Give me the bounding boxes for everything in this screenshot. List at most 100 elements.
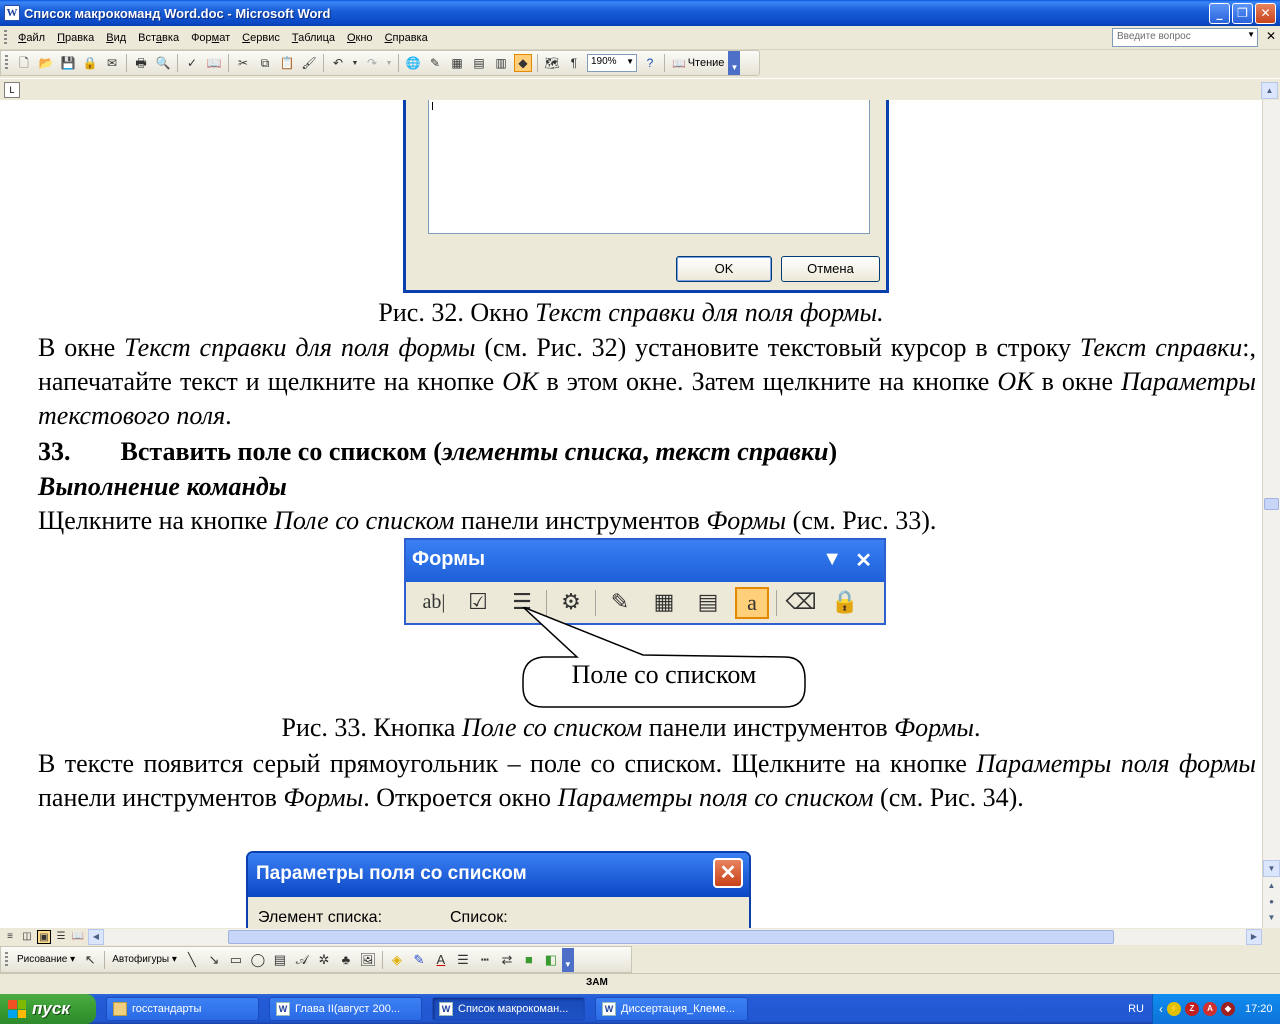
- insert-picture-icon[interactable]: 🖼: [359, 951, 377, 969]
- menu-view[interactable]: Вид: [100, 30, 132, 46]
- scroll-up-icon[interactable]: ▲: [1261, 82, 1278, 99]
- document-map-icon[interactable]: 🗺: [543, 54, 561, 72]
- close-icon[interactable]: ✕: [1255, 3, 1276, 24]
- oval-icon[interactable]: ◯: [249, 951, 267, 969]
- redo-dropdown-icon[interactable]: ▼: [385, 54, 393, 72]
- chevron-down-icon[interactable]: ▼: [1247, 30, 1255, 39]
- ask-question-input[interactable]: Введите вопрос ▼: [1112, 28, 1258, 47]
- scroll-left-icon[interactable]: ◀: [88, 929, 104, 945]
- taskbar-item-gosstandarty[interactable]: госстандарты: [106, 997, 259, 1021]
- menu-file[interactable]: Файл: [12, 30, 51, 46]
- fill-color-icon[interactable]: ◈: [388, 951, 406, 969]
- normal-view-icon[interactable]: ≡: [3, 930, 17, 944]
- redo-icon[interactable]: ↷: [363, 54, 381, 72]
- toolbar-grip[interactable]: [5, 951, 8, 968]
- toolbar-options-icon[interactable]: ▼: [561, 947, 574, 972]
- undo-dropdown-icon[interactable]: ▼: [351, 54, 359, 72]
- tables-borders-icon[interactable]: ✎: [426, 54, 444, 72]
- help-icon[interactable]: ?: [641, 54, 659, 72]
- arrow-icon[interactable]: ↘: [205, 951, 223, 969]
- email-icon[interactable]: ✉: [103, 54, 121, 72]
- line-style-icon[interactable]: ☰: [454, 951, 472, 969]
- drawing-icon[interactable]: ◆: [514, 54, 532, 72]
- word-app-icon[interactable]: W: [4, 5, 20, 21]
- shadow-style-icon[interactable]: ■: [520, 951, 538, 969]
- cut-icon[interactable]: ✂: [234, 54, 252, 72]
- wordart-icon[interactable]: 𝒜: [293, 951, 311, 969]
- scroll-down-icon[interactable]: ▼: [1263, 860, 1280, 877]
- print-layout-view-icon[interactable]: ▣: [37, 930, 51, 944]
- dash-style-icon[interactable]: ┅: [476, 951, 494, 969]
- new-icon[interactable]: 🗋: [15, 54, 33, 72]
- show-formatting-icon[interactable]: ¶: [565, 54, 583, 72]
- text-box-icon[interactable]: ▤: [271, 951, 289, 969]
- toolbar-grip[interactable]: [4, 29, 7, 46]
- permission-icon[interactable]: 🔒: [81, 54, 99, 72]
- reading-mode-button[interactable]: 📖 Чтение: [672, 57, 724, 70]
- document-close-icon[interactable]: ✕: [1266, 29, 1276, 43]
- overtype-indicator[interactable]: ЗАМ: [586, 977, 608, 988]
- columns-icon[interactable]: ▥: [492, 54, 510, 72]
- network-icon[interactable]: ⚡: [1167, 1002, 1181, 1016]
- previous-page-icon[interactable]: ▲: [1263, 878, 1280, 895]
- shield-icon[interactable]: ◆: [1221, 1002, 1235, 1016]
- taskbar-item-macros-list[interactable]: W Список макрокоман...: [432, 997, 585, 1021]
- format-painter-icon[interactable]: 🖌: [300, 54, 318, 72]
- toolbar-grip[interactable]: [5, 55, 8, 71]
- arrow-style-icon[interactable]: ⇄: [498, 951, 516, 969]
- copy-icon[interactable]: ⧉: [256, 54, 274, 72]
- horizontal-scroll-thumb[interactable]: [228, 930, 1114, 944]
- spelling-icon[interactable]: ✓: [183, 54, 201, 72]
- zonealarm-icon[interactable]: Z: [1185, 1002, 1199, 1016]
- restore-icon[interactable]: ❐: [1232, 3, 1253, 24]
- insert-excel-icon[interactable]: ▤: [470, 54, 488, 72]
- print-icon[interactable]: 🖶: [132, 54, 150, 72]
- next-page-icon[interactable]: ▼: [1263, 910, 1280, 927]
- insert-table-icon[interactable]: ▦: [448, 54, 466, 72]
- language-indicator[interactable]: RU: [1128, 1003, 1144, 1015]
- outline-view-icon[interactable]: ☰: [54, 930, 68, 944]
- antivirus-icon[interactable]: A: [1203, 1002, 1217, 1016]
- drawing-menu-button[interactable]: Рисование ▾: [17, 954, 75, 965]
- document-page[interactable]: OK Отмена Рис. 32. Окно Текст справки дл…: [0, 100, 1262, 928]
- menu-format[interactable]: Формат: [185, 30, 236, 46]
- font-color-icon[interactable]: A: [432, 951, 450, 969]
- rectangle-icon[interactable]: ▭: [227, 951, 245, 969]
- start-button[interactable]: пуск: [0, 994, 96, 1024]
- vertical-scroll-thumb[interactable]: [1264, 498, 1279, 510]
- web-view-icon[interactable]: ◫: [20, 930, 34, 944]
- clip-art-icon[interactable]: ♣: [337, 951, 355, 969]
- diagram-icon[interactable]: ✲: [315, 951, 333, 969]
- select-browse-object-icon[interactable]: ●: [1263, 894, 1280, 911]
- taskbar-item-dissertation[interactable]: W Диссертация_Клеме...: [595, 997, 748, 1021]
- menu-tools[interactable]: Сервис: [236, 30, 286, 46]
- zoom-select[interactable]: 190% ▼: [587, 54, 637, 72]
- save-icon[interactable]: 💾: [59, 54, 77, 72]
- research-icon[interactable]: 📖: [205, 54, 223, 72]
- taskbar-item-glava[interactable]: W Глава II(август 200...: [269, 997, 422, 1021]
- menu-insert[interactable]: Вставка: [132, 30, 185, 46]
- tray-expand-icon[interactable]: ‹: [1159, 1002, 1163, 1016]
- autoshapes-menu-button[interactable]: Автофигуры ▾: [112, 954, 177, 965]
- line-icon[interactable]: ╲: [183, 951, 201, 969]
- tab-selector-icon[interactable]: L: [4, 82, 20, 98]
- print-preview-icon[interactable]: 🔍: [154, 54, 172, 72]
- menu-help[interactable]: Справка: [379, 30, 434, 46]
- menu-window[interactable]: Окно: [341, 30, 379, 46]
- undo-icon[interactable]: ↶: [329, 54, 347, 72]
- vertical-scrollbar[interactable]: ▼ ▲ ● ▼: [1262, 100, 1280, 928]
- reading-view-icon[interactable]: 📖: [71, 930, 85, 944]
- scroll-right-icon[interactable]: ▶: [1246, 929, 1262, 945]
- menu-table[interactable]: Таблица: [286, 30, 341, 46]
- clock[interactable]: 17:20: [1245, 1003, 1273, 1015]
- minimize-icon[interactable]: _: [1209, 3, 1230, 24]
- select-objects-icon[interactable]: ↖: [81, 951, 99, 969]
- toolbar-options-icon[interactable]: ▼: [728, 51, 741, 75]
- open-icon[interactable]: 📂: [37, 54, 55, 72]
- 3d-style-icon[interactable]: ◧: [542, 951, 560, 969]
- paste-icon[interactable]: 📋: [278, 54, 296, 72]
- menu-edit[interactable]: Правка: [51, 30, 100, 46]
- horizontal-scrollbar[interactable]: ◀ ▶: [88, 929, 1262, 945]
- hyperlink-icon[interactable]: 🌐: [404, 54, 422, 72]
- line-color-icon[interactable]: ✎: [410, 951, 428, 969]
